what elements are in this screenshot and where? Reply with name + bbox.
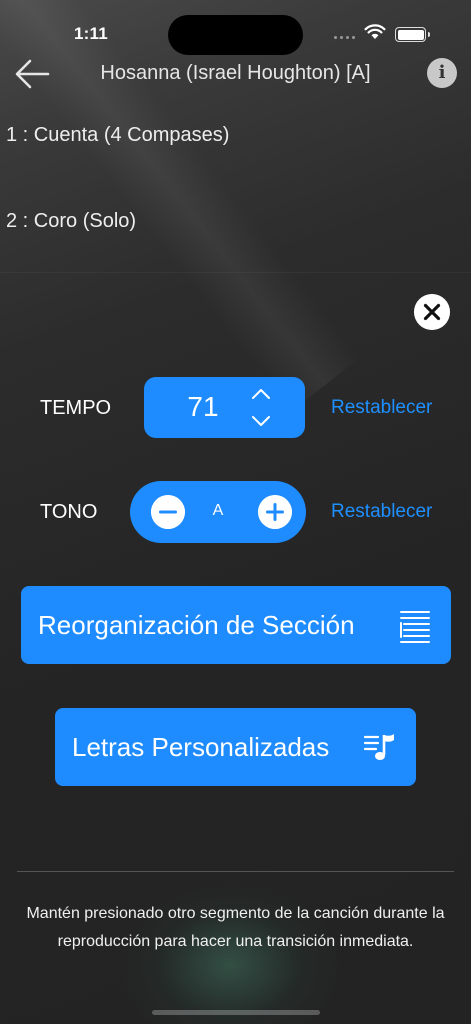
hint-text: Mantén presionado otro segmento de la ca…	[26, 905, 445, 950]
minus-icon[interactable]	[151, 495, 185, 529]
info-icon[interactable]: i	[427, 58, 457, 88]
tempo-label: TEMPO	[40, 397, 112, 419]
tempo-reset-link[interactable]: Restablecer	[331, 397, 432, 419]
status-time: 1:11	[74, 24, 108, 43]
divider	[17, 871, 454, 872]
key-value: A	[212, 502, 224, 519]
section-reorder-label: Reorganización de Sección	[38, 609, 355, 640]
key-stepper: A	[130, 481, 306, 543]
key-label: TONO	[40, 501, 98, 523]
close-icon[interactable]	[414, 294, 450, 330]
dynamic-island	[168, 15, 303, 55]
section-list: 1 : Cuenta (4 Compases) 2 : Coro (Solo)	[0, 98, 471, 270]
song-title: Hosanna (Israel Houghton) [A]	[100, 62, 371, 84]
section-reorder-button[interactable]: Reorganización de Sección	[21, 586, 451, 664]
plus-icon[interactable]	[258, 495, 292, 529]
section-item[interactable]: 2 : Coro (Solo)	[0, 184, 471, 270]
tempo-stepper[interactable]: 71	[144, 377, 305, 438]
screen: 1:11 Hosanna (Israel Houghton) [A] i 1 :…	[0, 0, 471, 1024]
music-list-icon	[363, 734, 394, 760]
home-indicator[interactable]	[152, 1010, 320, 1015]
list-icon	[400, 611, 430, 643]
key-reset-link[interactable]: Restablecer	[331, 501, 432, 523]
list-divider	[0, 272, 471, 273]
custom-lyrics-button[interactable]: Letras Personalizadas	[55, 708, 416, 786]
wifi-icon	[364, 24, 386, 39]
navigation-bar: Hosanna (Israel Houghton) [A] i	[0, 54, 471, 98]
tempo-value: 71	[187, 391, 219, 422]
signal-icon	[334, 36, 355, 39]
battery-icon	[395, 27, 430, 42]
chevron-up-icon[interactable]	[246, 384, 276, 404]
chevron-down-icon[interactable]	[246, 411, 276, 431]
section-item[interactable]: 1 : Cuenta (4 Compases)	[0, 98, 471, 184]
back-arrow-icon[interactable]	[12, 56, 52, 92]
status-bar: 1:11	[0, 0, 471, 55]
custom-lyrics-label: Letras Personalizadas	[72, 731, 330, 762]
